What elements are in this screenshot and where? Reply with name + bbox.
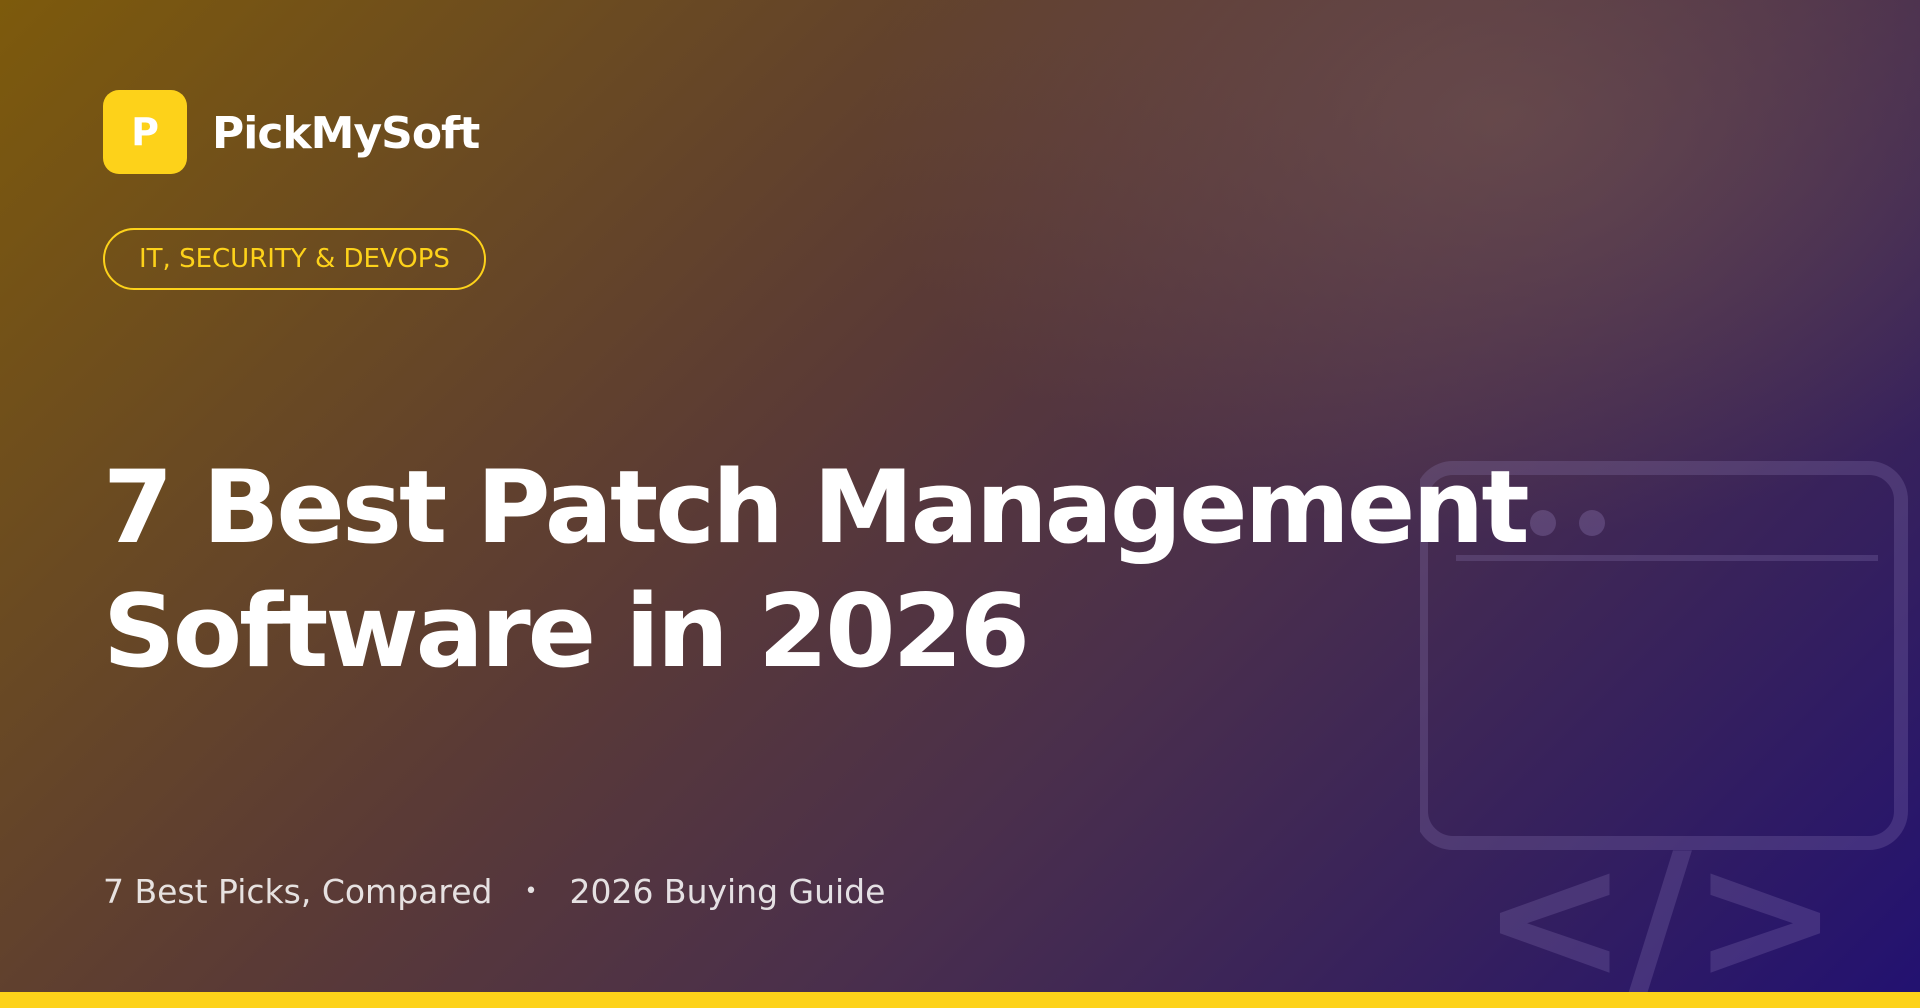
page-title: 7 Best Patch Management Software in 2026 [103,445,1530,693]
logo-letter: P [131,110,159,154]
title-line-2: Software in 2026 [103,572,1030,690]
category-label: IT, SECURITY & DEVOPS [139,244,450,274]
logo-icon: P [103,90,187,174]
title-line-1: 7 Best Patch Management [103,448,1530,566]
browser-dot [1579,510,1605,536]
code-glyph: </> [1481,817,1838,1000]
brand-name: PickMySoft [212,108,480,159]
meta-item-guide: 2026 Buying Guide [569,872,886,911]
browser-dot [1530,510,1556,536]
accent-bar [0,992,1920,1008]
meta-separator: • [524,879,538,904]
meta-line: 7 Best Picks, Compared • 2026 Buying Gui… [103,872,885,911]
category-badge: IT, SECURITY & DEVOPS [103,228,486,290]
meta-item-picks: 7 Best Picks, Compared [103,872,493,911]
